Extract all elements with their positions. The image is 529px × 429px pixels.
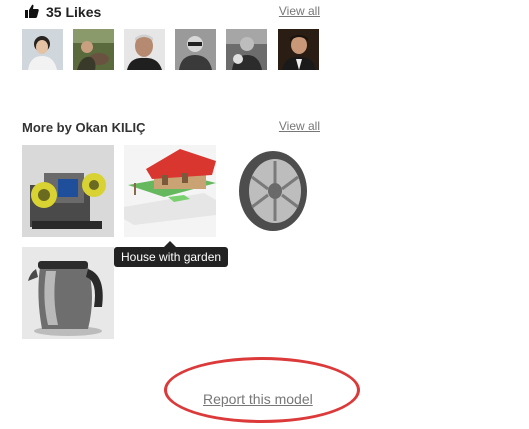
model-thumb-wheel[interactable] <box>227 145 319 237</box>
likes-header: 35 Likes View all <box>22 2 320 22</box>
user-avatar-3[interactable] <box>124 29 165 70</box>
likes-view-all-link[interactable]: View all <box>279 4 320 18</box>
model-tooltip: House with garden <box>114 247 229 267</box>
user-avatar-2[interactable] <box>73 29 114 70</box>
report-model-link[interactable]: Report this model <box>203 391 313 407</box>
model-thumb-kettle[interactable] <box>22 247 114 339</box>
user-avatar-5[interactable] <box>226 29 267 70</box>
model-thumb-machine[interactable] <box>22 145 114 237</box>
user-avatar-6[interactable] <box>278 29 319 70</box>
user-avatar-1[interactable] <box>22 29 63 70</box>
more-by-header: More by Okan KILIÇ View all <box>22 118 320 138</box>
user-avatar-4[interactable] <box>175 29 216 70</box>
highlight-ellipse <box>164 357 360 423</box>
model-thumb-house[interactable] <box>124 145 216 237</box>
more-by-view-all-link[interactable]: View all <box>279 119 320 133</box>
more-by-title: More by Okan KILIÇ <box>22 120 146 135</box>
thumbs-up-icon <box>25 4 39 18</box>
likes-count: 35 Likes <box>46 4 102 20</box>
